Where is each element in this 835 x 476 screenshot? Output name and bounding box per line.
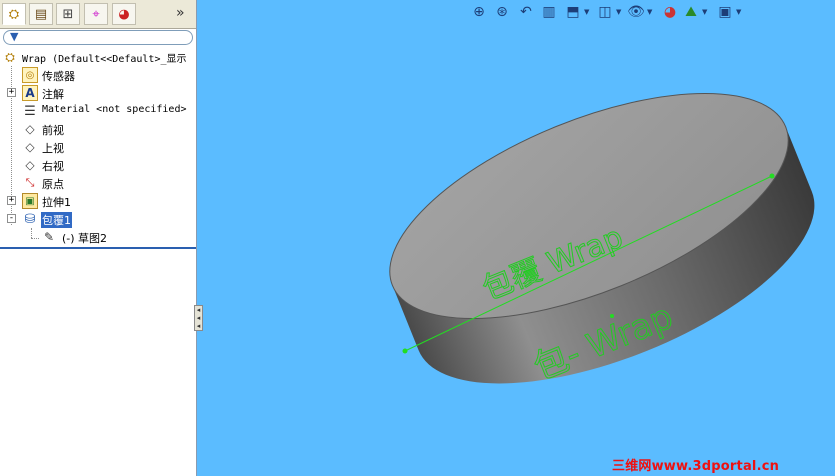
sensor-icon: ◎ — [22, 67, 38, 83]
filter-icon: ▼ — [10, 30, 19, 43]
tree-item-front-plane[interactable]: ◇ 前视 — [0, 120, 196, 138]
tree-root[interactable]: ⛭ Wrap (Default<<Default>_显示 — [0, 48, 196, 66]
tree-item-sensors[interactable]: ◎ 传感器 — [0, 66, 196, 84]
zoom-to-area-button[interactable]: ⊛ — [493, 2, 511, 22]
dimxpert-icon: ⌖ — [92, 6, 100, 22]
tree-root-label: Wrap (Default<<Default>_显示 — [22, 54, 187, 65]
extrude-icon: ▣ — [22, 193, 38, 209]
plane-icon: ◇ — [25, 122, 35, 136]
tree-item-wrap[interactable]: - ⛁ 包覆1 — [0, 210, 196, 228]
expand-toggle[interactable]: + — [7, 88, 16, 97]
tab-feature-manager[interactable]: ⛭ — [2, 3, 26, 25]
graphics-viewport[interactable]: 包覆 Wrap 包- Wrap — [197, 0, 835, 476]
tree-item-top-plane[interactable]: ◇ 上视 — [0, 138, 196, 156]
tab-display-manager[interactable]: ◕ — [112, 3, 136, 25]
more-tabs-button[interactable]: » — [176, 5, 185, 21]
chevron-down-icon[interactable]: ▼ — [647, 8, 652, 16]
tree-item-label: 原点 — [42, 178, 64, 191]
display-style-icon: ◫ — [598, 4, 612, 20]
sketch-endpoint — [769, 173, 775, 179]
tab-dimxpert-manager[interactable]: ⌖ — [84, 3, 108, 25]
collapse-toggle[interactable]: - — [7, 214, 16, 223]
tree-item-label: (-) 草图2 — [62, 232, 108, 245]
tree-item-annotations[interactable]: + A 注解 — [0, 84, 196, 102]
hide-show-items-button[interactable]: 👁 — [627, 2, 645, 22]
tab-configuration-manager[interactable]: ⊞ — [56, 3, 80, 25]
watermark: 三维网www.3dportal.cn — [612, 459, 780, 474]
scene-icon: ⛰ — [685, 4, 697, 20]
wrap-icon: ⛁ — [24, 211, 36, 227]
tree-item-right-plane[interactable]: ◇ 右视 — [0, 156, 196, 174]
plane-icon: ◇ — [25, 158, 35, 172]
feature-manager-icon: ⛭ — [8, 6, 20, 22]
tree-item-label: 上视 — [42, 142, 64, 155]
origin-icon: ⤡ — [25, 176, 35, 189]
plane-icon: ◇ — [25, 140, 35, 154]
chevron-down-icon[interactable]: ▼ — [702, 8, 707, 16]
zoom-area-icon: ⊛ — [496, 4, 508, 20]
tree-item-label: 注解 — [42, 88, 64, 101]
expand-toggle[interactable]: + — [7, 196, 16, 205]
configuration-manager-icon: ⊞ — [62, 6, 74, 22]
sketch-icon: ✎ — [43, 230, 55, 244]
display-manager-icon: ◕ — [118, 6, 130, 22]
tab-property-manager[interactable]: ▤ — [29, 3, 53, 25]
tree-item-label: 传感器 — [42, 70, 75, 83]
chevron-down-icon[interactable]: ▼ — [616, 8, 621, 16]
view-settings-button[interactable]: ▣ — [716, 2, 734, 22]
panel-divider — [0, 247, 196, 249]
tree-item-label: 右视 — [42, 160, 64, 173]
panel-tab-bar: ⛭ ▤ ⊞ ⌖ ◕ » — [0, 0, 196, 29]
sketch-endpoint — [402, 348, 408, 354]
material-icon: ☰ — [24, 103, 36, 119]
tree-item-label: 拉伸1 — [42, 196, 71, 209]
edit-appearance-button[interactable]: ◕ — [661, 2, 679, 22]
display-style-button[interactable]: ◫ — [596, 2, 614, 22]
hide-show-icon: 👁 — [627, 4, 645, 20]
property-manager-icon: ▤ — [34, 6, 48, 22]
chevron-down-icon[interactable]: ▼ — [736, 8, 741, 16]
appearance-icon: ◕ — [663, 4, 677, 20]
previous-view-button[interactable]: ↶ — [517, 2, 535, 22]
tree-item-label: 前视 — [42, 124, 64, 137]
tree-item-sketch2[interactable]: ✎ (-) 草图2 — [0, 228, 196, 246]
apply-scene-button[interactable]: ⛰ — [682, 2, 700, 22]
chevron-down-icon[interactable]: ▼ — [584, 8, 589, 16]
section-view-icon: ▥ — [542, 4, 556, 20]
annotation-icon: A — [22, 85, 38, 101]
zoom-to-fit-icon: ⊕ — [473, 4, 485, 20]
tree-item-extrude[interactable]: + ▣ 拉伸1 — [0, 192, 196, 210]
view-orientation-button[interactable]: ⬒ — [564, 2, 582, 22]
tree-item-origin[interactable]: ⤡ 原点 — [0, 174, 196, 192]
part-icon: ⛭ — [5, 49, 15, 64]
previous-view-icon: ↶ — [520, 4, 532, 20]
view-settings-icon: ▣ — [718, 4, 732, 20]
tree-item-label: Material <not specified> — [42, 104, 187, 115]
view-orientation-icon: ⬒ — [566, 4, 580, 20]
zoom-to-fit-button[interactable]: ⊕ — [470, 2, 488, 22]
feature-manager-panel: ⛭ ▤ ⊞ ⌖ ◕ » ▼ ⛭ Wrap (Default<<Default>_… — [0, 0, 197, 476]
section-view-button[interactable]: ▥ — [540, 2, 558, 22]
tree-filter-input[interactable]: ▼ — [3, 30, 193, 45]
tree-item-material[interactable]: ☰ Material <not specified> — [0, 102, 196, 120]
tree-item-label: 包覆1 — [41, 212, 72, 228]
